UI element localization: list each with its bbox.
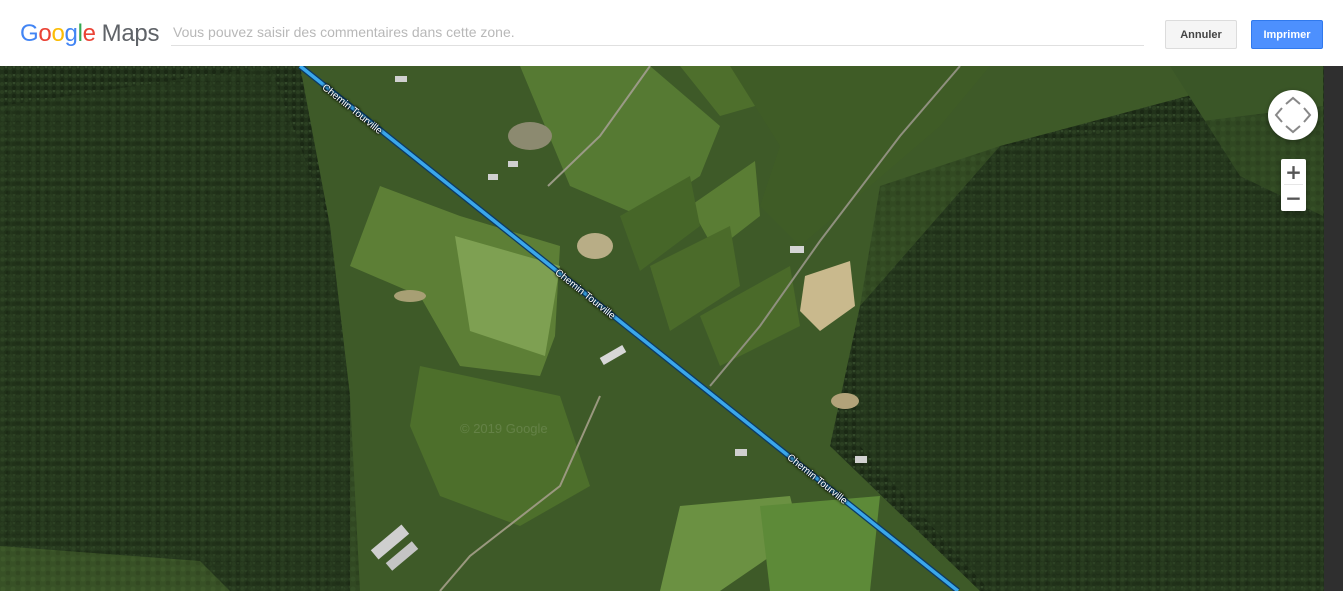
map-watermark: © 2019 Google [460,421,548,436]
google-maps-logo: Google Maps [20,20,160,47]
zoom-control: + − [1281,159,1306,211]
plus-icon[interactable]: + [1281,159,1306,184]
pan-control[interactable] [1268,90,1318,140]
cancel-button[interactable]: Annuler [1165,20,1237,49]
comment-input[interactable] [171,18,1144,46]
pan-arrows-icon [1274,96,1312,134]
satellite-map[interactable]: © 2019 Google Chemin Tourville Chemin To… [0,66,1343,591]
satellite-imagery [0,66,1343,591]
print-header: GoogleMaps Annuler Imprimer [0,0,1343,66]
print-button[interactable]: Imprimer [1251,20,1323,49]
minus-icon[interactable]: − [1281,185,1306,210]
scrollbar[interactable] [1324,66,1343,591]
